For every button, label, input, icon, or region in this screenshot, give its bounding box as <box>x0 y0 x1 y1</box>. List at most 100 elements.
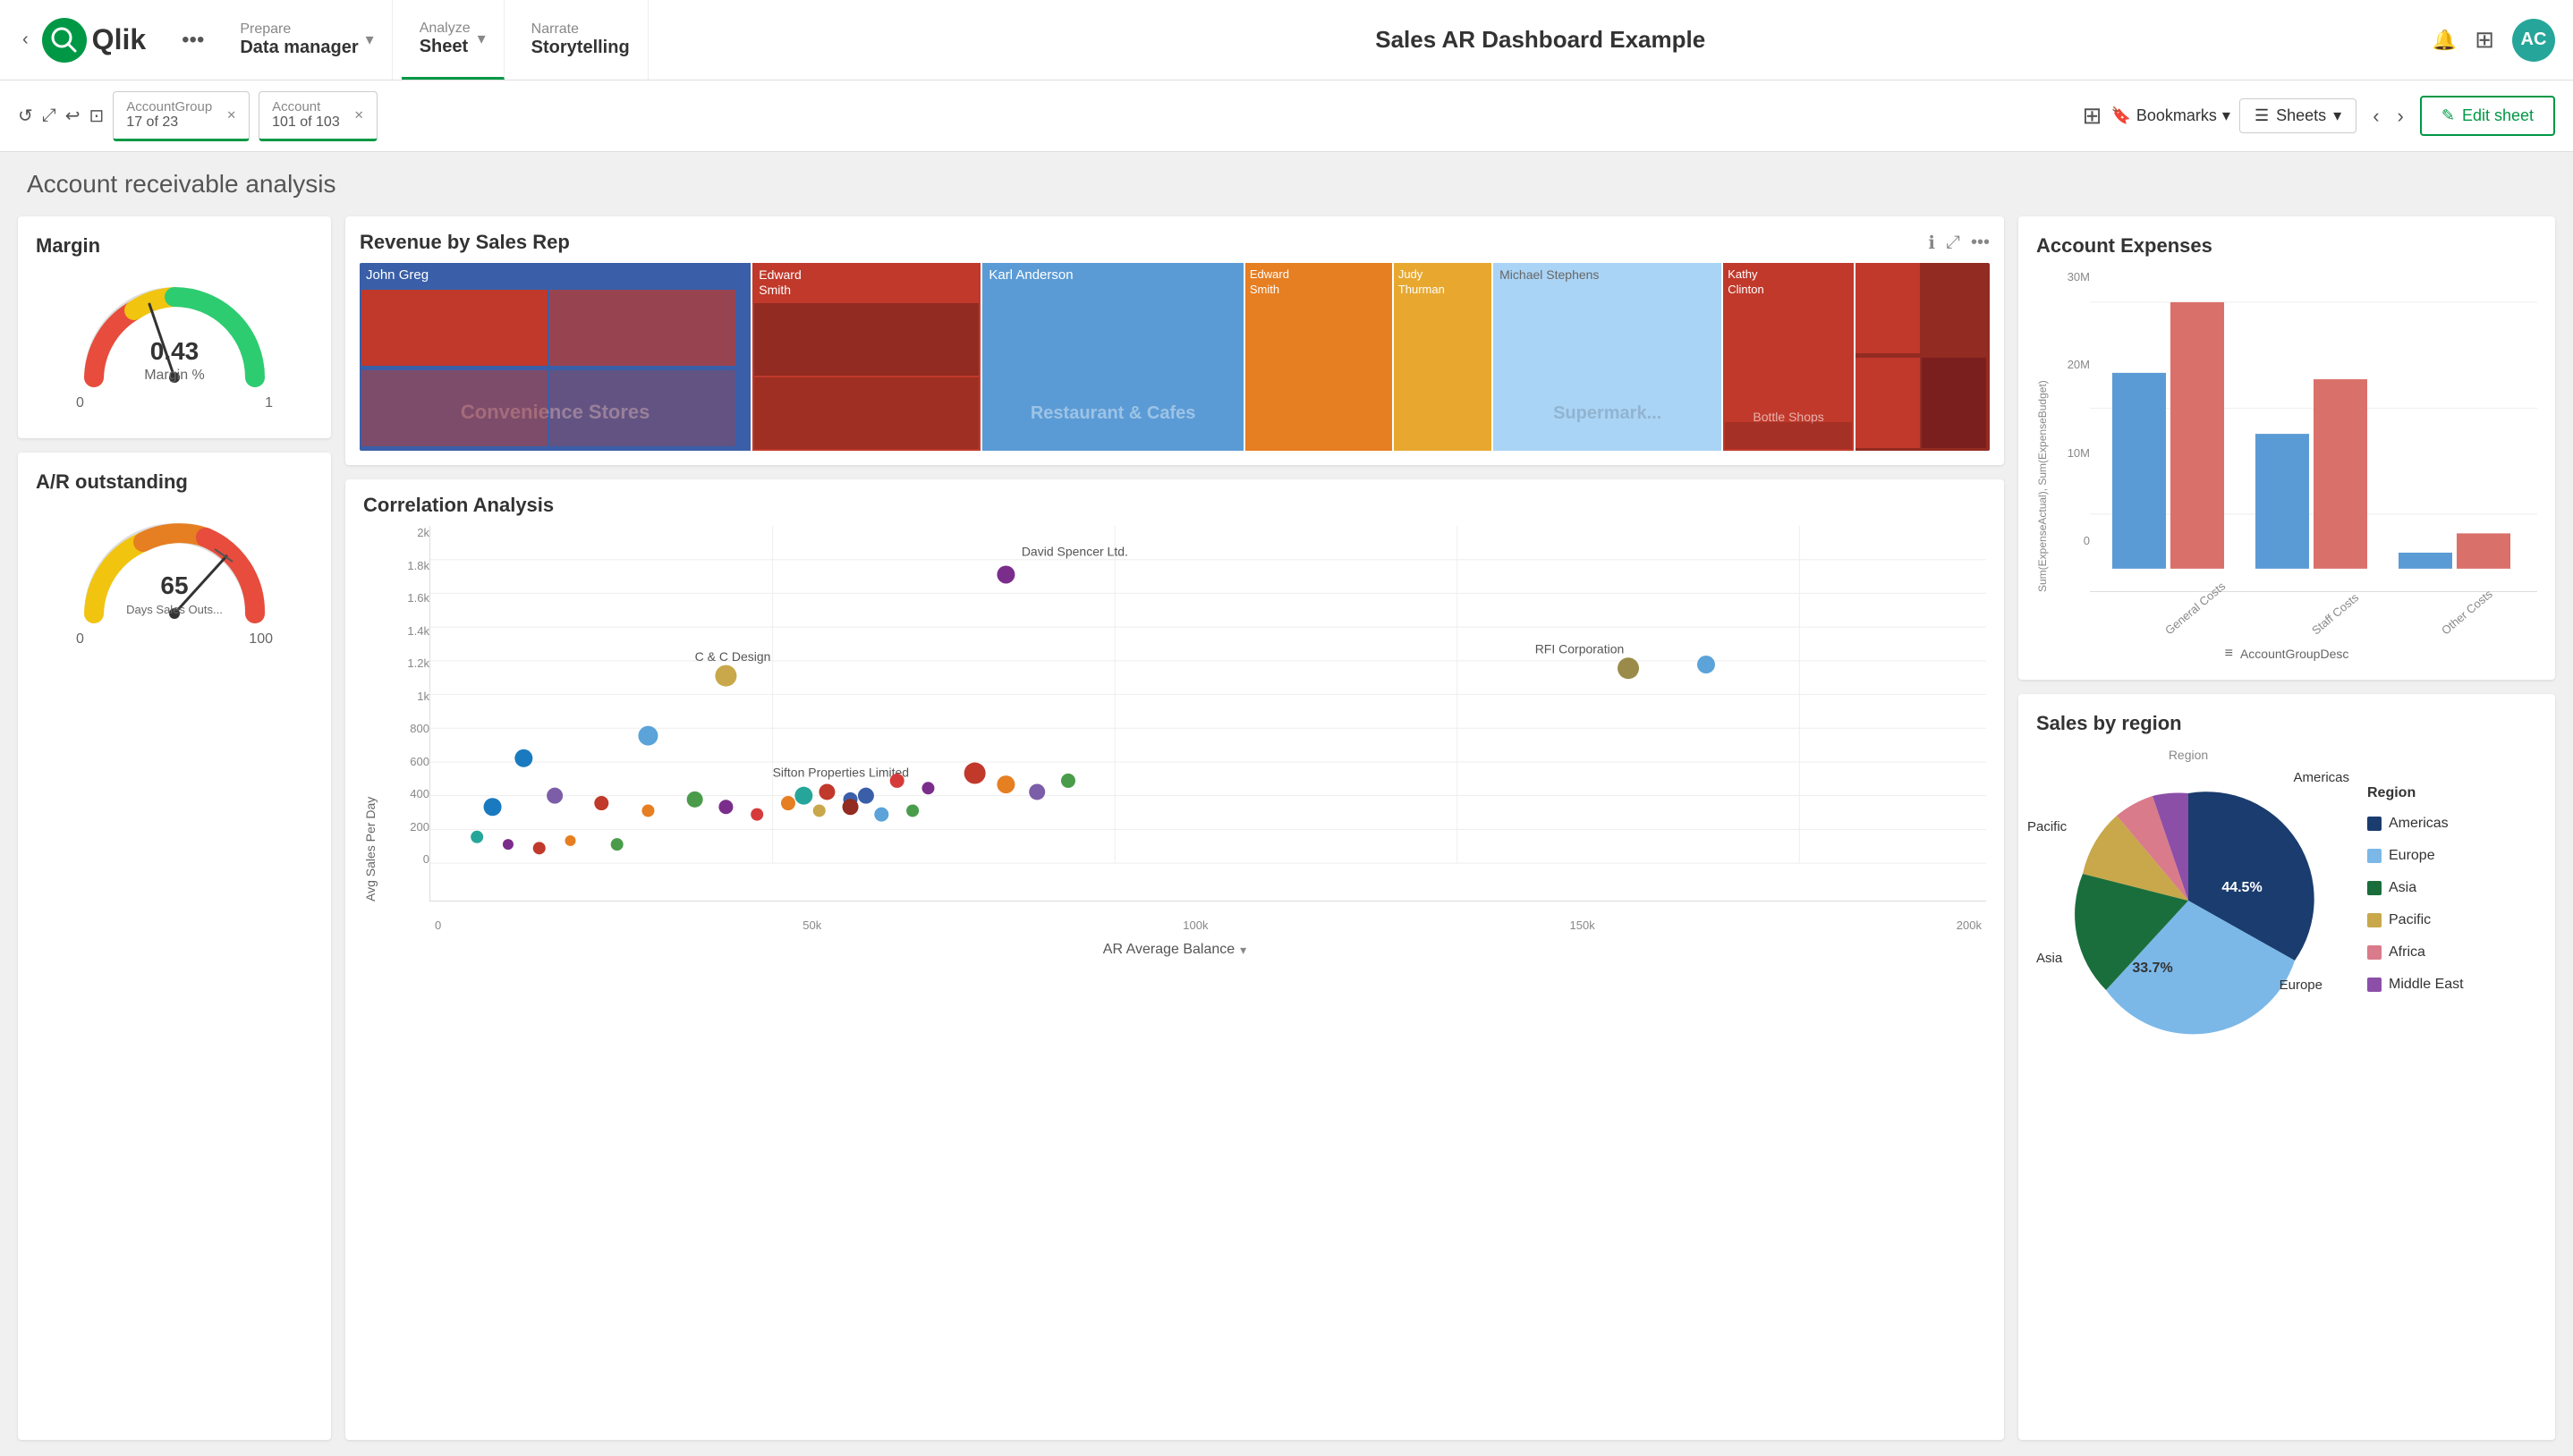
x-axis-ticks: 0 50k 100k 150k 200k <box>430 918 1986 932</box>
x-tick-100k: 100k <box>1183 918 1208 932</box>
svg-text:44.5%: 44.5% <box>2221 880 2262 895</box>
filter-bar: ↺ ⤢ ↩ ⊡ AccountGroup 17 of 23 ✕ Account … <box>0 80 2573 152</box>
expand-chart-icon[interactable]: ⤢ <box>1946 233 1960 253</box>
legend-asia: Asia <box>2367 880 2464 896</box>
treemap[interactable]: John Greg Convenience Stores Edward Smit… <box>360 263 1990 451</box>
account-close[interactable]: ✕ <box>354 108 364 123</box>
legend-dot-europe <box>2367 849 2382 863</box>
treemap-label-john-greg: John Greg <box>366 267 429 283</box>
prepare-arrow[interactable]: ▾ <box>366 30 374 49</box>
treemap-label-michael: Michael Stephens <box>1499 267 1599 282</box>
main-content: Margin <box>0 207 2573 1449</box>
prev-sheet-button[interactable]: ‹ <box>2365 101 2386 131</box>
prepare-label: Prepare <box>240 21 358 38</box>
treemap-category-restaurant: Restaurant & Cafes <box>982 403 1244 424</box>
legend-dot-africa <box>2367 945 2382 960</box>
treemap-cell-judy[interactable]: Judy Thurman <box>1394 263 1491 451</box>
revenue-icons: ℹ ⤢ ••• <box>1928 232 1990 254</box>
account-filter[interactable]: Account 101 of 103 ✕ <box>259 91 378 141</box>
more-chart-icon[interactable]: ••• <box>1971 233 1990 253</box>
treemap-cell-michael[interactable]: Michael Stephens Supermark... <box>1493 263 1721 451</box>
margin-gauge-wrapper: 0.43 Margin % <box>76 279 273 386</box>
narrate-section[interactable]: Narrate Storytelling <box>514 0 649 80</box>
grid-icon[interactable]: ⊞ <box>2475 26 2494 54</box>
treemap-category-super: Supermark... <box>1493 403 1721 424</box>
account-group-filter[interactable]: AccountGroup 17 of 23 ✕ <box>113 91 250 141</box>
account-group-close[interactable]: ✕ <box>226 108 236 123</box>
y-tick-0: 0 <box>385 852 429 866</box>
margin-max: 1 <box>265 395 273 411</box>
qlik-logo-icon <box>42 18 87 63</box>
pie-container: Region <box>2036 748 2537 1037</box>
legend-dot-asia <box>2367 881 2382 895</box>
layout-icon[interactable]: ⊞ <box>2083 102 2102 130</box>
undo-icon[interactable]: ↩ <box>65 105 81 127</box>
more-menu-button[interactable]: ••• <box>173 23 213 57</box>
y-tick-1.2k: 1.2k <box>385 656 429 670</box>
legend-africa: Africa <box>2367 944 2464 961</box>
treemap-cell-edward-smith-2[interactable]: Edward Smith <box>1245 263 1392 451</box>
treemap-cell-edward-smith-1[interactable]: Edward Smith <box>752 263 981 451</box>
select-icon[interactable]: ⊡ <box>89 105 105 127</box>
account-group-label: AccountGroup <box>126 99 212 114</box>
svg-text:65: 65 <box>160 571 188 599</box>
treemap-label-kathy: Kathy <box>1728 267 1757 281</box>
edit-sheet-button[interactable]: ✎ Edit sheet <box>2420 96 2555 136</box>
expand-icon[interactable]: ⤢ <box>42 106 56 126</box>
revenue-title: Revenue by Sales Rep <box>360 231 1928 254</box>
treemap-label-smith2: Smith <box>1250 283 1279 296</box>
legend-dot-pacific <box>2367 913 2382 927</box>
y-axis-ticks: 2k 1.8k 1.6k 1.4k 1.2k 1k 800 600 400 20… <box>385 526 429 902</box>
ar-max: 100 <box>249 631 273 648</box>
y-tick-400: 400 <box>385 787 429 800</box>
prepare-section[interactable]: Prepare Data manager ▾ <box>222 0 392 80</box>
analyze-arrow[interactable]: ▾ <box>478 30 486 48</box>
treemap-cell-john-greg[interactable]: John Greg Convenience Stores <box>360 263 751 451</box>
account-expenses-title: Account Expenses <box>2036 234 2537 258</box>
analyze-label: Analyze <box>420 21 471 37</box>
user-avatar[interactable]: AC <box>2512 19 2555 62</box>
reset-icon[interactable]: ↺ <box>18 105 33 127</box>
pie-svg: 44.5% 33.7% <box>2036 766 2340 1035</box>
correlation-card: Correlation Analysis Avg Sales Per Day 2… <box>345 479 2004 1440</box>
narrate-value: Storytelling <box>531 38 630 58</box>
svg-text:Margin %: Margin % <box>144 368 205 383</box>
legend-label-pacific: Pacific <box>2389 912 2431 928</box>
legend-europe: Europe <box>2367 848 2464 864</box>
label-americas: Americas <box>2293 770 2349 785</box>
legend-americas: Americas <box>2367 816 2464 832</box>
y-tick-1.8k: 1.8k <box>385 559 429 572</box>
revenue-card: Revenue by Sales Rep ℹ ⤢ ••• John Greg C… <box>345 216 2004 465</box>
info-icon[interactable]: ℹ <box>1928 232 1935 254</box>
treemap-cell-kathy[interactable]: Kathy Clinton Bottle Shops <box>1723 263 1854 451</box>
account-group-count: 17 of 23 <box>126 114 212 131</box>
correlation-title: Correlation Analysis <box>363 494 1986 517</box>
next-sheet-button[interactable]: › <box>2390 101 2411 131</box>
legend-dot-middle-east <box>2367 978 2382 992</box>
expenses-x-labels: General Costs Staff Costs Other Costs <box>2126 627 2537 640</box>
sheets-icon: ☰ <box>2255 106 2269 125</box>
prepare-value: Data manager <box>240 38 358 58</box>
legend-icon: ≡ <box>2225 646 2233 662</box>
scatter-svg: David Spencer Ltd. C & C Design RFI Corp… <box>430 526 1986 901</box>
pie-chart-wrapper: Region <box>2036 748 2340 1037</box>
nav-arrows: ‹ › <box>2365 101 2411 131</box>
back-button[interactable]: ‹ <box>18 25 33 55</box>
sales-region-title: Sales by region <box>2036 712 2537 735</box>
ar-gauge-labels: 0 100 <box>76 631 273 648</box>
scatter-plot-area[interactable]: David Spencer Ltd. C & C Design RFI Corp… <box>429 526 1986 902</box>
legend-title: Region <box>2367 785 2464 801</box>
treemap-label-edward: Edward <box>759 267 801 282</box>
bookmarks-button[interactable]: 🔖 Bookmarks ▾ <box>2110 106 2230 125</box>
sheets-button[interactable]: ☰ Sheets ▾ <box>2239 98 2356 133</box>
legend-middle-east: Middle East <box>2367 977 2464 993</box>
y-tick-200: 200 <box>385 820 429 834</box>
bell-icon[interactable]: 🔔 <box>2433 29 2457 52</box>
y-tick-1.6k: 1.6k <box>385 591 429 605</box>
treemap-cell-karl-anderson[interactable]: Karl Anderson Restaurant & Cafes <box>982 263 1244 451</box>
x-axis-dropdown-icon[interactable]: ▾ <box>1240 943 1246 958</box>
analyze-section[interactable]: Analyze Sheet ▾ <box>402 0 505 80</box>
region-subtitle: Region <box>2036 748 2340 762</box>
x-axis-label-wrapper: AR Average Balance ▾ <box>363 942 1986 958</box>
narrate-label: Narrate <box>531 21 630 38</box>
